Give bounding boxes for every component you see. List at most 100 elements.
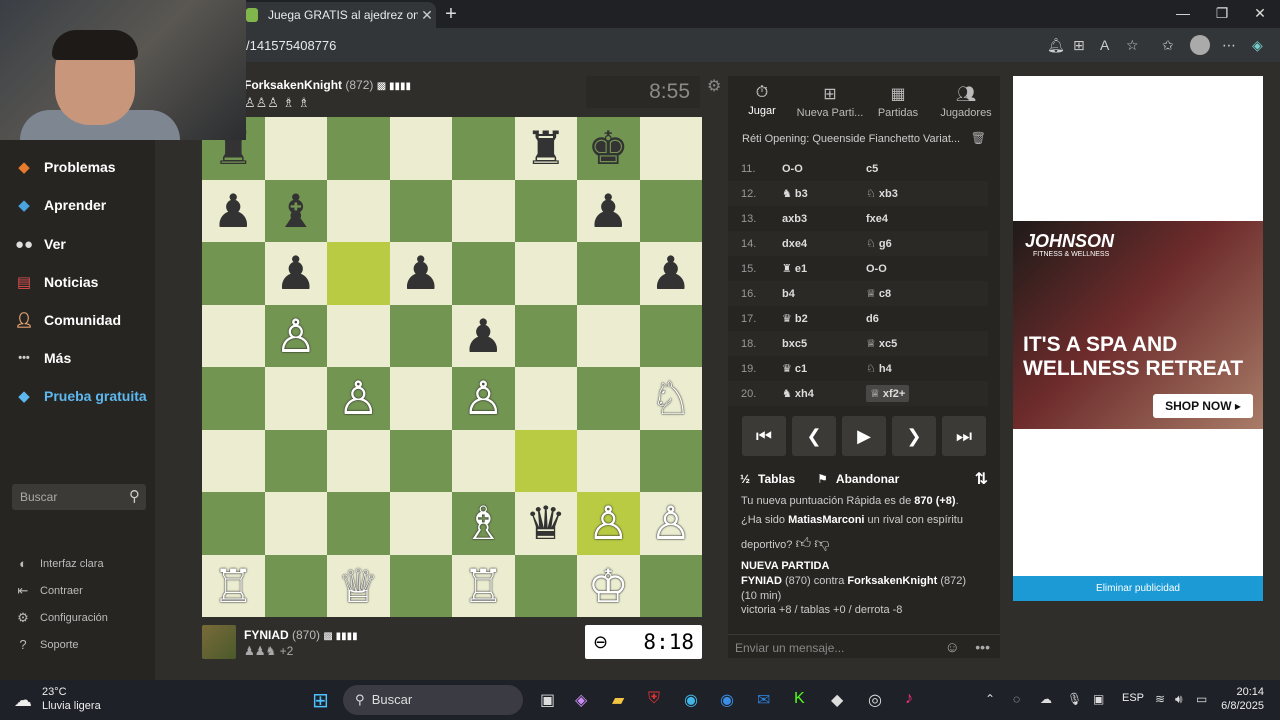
black-move[interactable]: ♕ c8 bbox=[866, 287, 950, 300]
board-square[interactable] bbox=[389, 304, 452, 367]
sidebar-item-problemas[interactable]: ◆ Problemas bbox=[14, 157, 115, 177]
black-king-piece[interactable]: ♚ bbox=[577, 117, 640, 180]
white-move[interactable]: ♛ c1 bbox=[782, 362, 866, 375]
footer-collapse[interactable]: ⇤ Contraer bbox=[14, 583, 83, 599]
black-move[interactable]: ♕ xf2+ bbox=[866, 385, 910, 402]
avatar[interactable] bbox=[202, 625, 236, 659]
white-bishop-piece[interactable]: ♗ bbox=[452, 492, 515, 555]
board-square[interactable] bbox=[639, 179, 702, 242]
black-pawn-piece[interactable]: ♟ bbox=[265, 242, 328, 305]
read-aloud-icon[interactable]: A bbox=[1100, 37, 1109, 53]
maximize-icon[interactable]: ❐ bbox=[1207, 5, 1237, 22]
board-square[interactable] bbox=[452, 179, 515, 242]
board-square[interactable] bbox=[577, 429, 640, 492]
last-move-button[interactable]: ⏭ bbox=[942, 416, 986, 456]
outlook-icon[interactable]: ✉ bbox=[757, 690, 770, 710]
board-settings-icon[interactable]: ⚙ bbox=[707, 76, 721, 96]
board-square[interactable] bbox=[452, 429, 515, 492]
black-bishop-piece[interactable]: ♝ bbox=[265, 180, 328, 243]
board-square[interactable] bbox=[389, 367, 452, 430]
board-square[interactable] bbox=[452, 242, 515, 305]
board-square[interactable] bbox=[202, 429, 265, 492]
board-square[interactable] bbox=[327, 242, 390, 305]
black-move[interactable]: O-O bbox=[866, 263, 950, 275]
board-square[interactable] bbox=[264, 117, 327, 180]
board-square[interactable] bbox=[327, 179, 390, 242]
board-square[interactable] bbox=[577, 304, 640, 367]
white-pawn-piece[interactable]: ♙ bbox=[640, 492, 703, 555]
sidebar-item-comunidad[interactable]: 👤︎ Comunidad bbox=[14, 310, 121, 330]
draw-button[interactable]: Tablas bbox=[758, 472, 795, 486]
board-square[interactable] bbox=[202, 492, 265, 555]
grid-icon[interactable]: ⊞ bbox=[1073, 37, 1085, 54]
white-move[interactable]: ♞ b3 bbox=[782, 187, 866, 200]
battery-icon[interactable]: ▭ bbox=[1196, 692, 1207, 706]
board-square[interactable] bbox=[389, 179, 452, 242]
onedrive-icon[interactable]: ☁ bbox=[1040, 692, 1052, 706]
black-pawn-piece[interactable]: ♟ bbox=[452, 305, 515, 368]
board-square[interactable] bbox=[514, 304, 577, 367]
black-pawn-piece[interactable]: ♟ bbox=[577, 180, 640, 243]
chat-input[interactable]: Enviar un mensaje... ☺ ••• bbox=[728, 634, 1000, 658]
black-rook-piece[interactable]: ♜ bbox=[515, 117, 578, 180]
board-square[interactable] bbox=[202, 242, 265, 305]
board-square[interactable] bbox=[327, 429, 390, 492]
chess-board[interactable]: ♜ ♜ ♚ ♟ ♝ ♟ ♟ ♟ ♟ ♙ ♟ ♙ ♙ ♘ ♗ ♛ ♙ ♙ ♖ ♕ ♖ ♔ 7 6 5 4 3 2 1 a b c d e f g h bbox=[202, 117, 702, 617]
tiktok-icon[interactable]: ♪ bbox=[905, 690, 913, 708]
board-square[interactable] bbox=[264, 367, 327, 430]
board-square[interactable] bbox=[639, 117, 702, 180]
volume-icon[interactable]: 🔊︎ bbox=[1175, 692, 1183, 707]
black-move[interactable]: ♘ h4 bbox=[866, 362, 950, 375]
white-pawn-piece[interactable]: ♙ bbox=[265, 305, 328, 368]
trash-icon[interactable]: 🗑︎ bbox=[971, 131, 986, 145]
clock[interactable]: 20:14 6/8/2025 bbox=[1221, 685, 1264, 714]
browser-tab[interactable]: Juega GRATIS al ajedrez online - ✕ bbox=[240, 2, 436, 28]
minimize-icon[interactable]: — bbox=[1168, 5, 1198, 21]
sidebar-item-prueba-gratuita[interactable]: ◆ Prueba gratuita bbox=[14, 386, 146, 406]
weather-widget[interactable]: ☁ 23°C Lluvia ligera bbox=[14, 685, 101, 714]
thumbs-down-icon[interactable]: 👎︎ bbox=[814, 535, 829, 552]
board-square[interactable] bbox=[514, 367, 577, 430]
edge-beta-icon[interactable]: ◉ bbox=[720, 690, 734, 710]
menu-dots-icon[interactable]: ⋯ bbox=[1222, 37, 1236, 54]
play-button[interactable]: ▶ bbox=[842, 416, 886, 456]
board-square[interactable] bbox=[264, 429, 327, 492]
first-move-button[interactable]: ⏮ bbox=[742, 416, 786, 456]
black-pawn-piece[interactable]: ♟ bbox=[640, 242, 703, 305]
white-move[interactable]: axb3 bbox=[782, 213, 866, 225]
white-pawn-piece[interactable]: ♙ bbox=[452, 367, 515, 430]
thumbs-up-icon[interactable]: 👍︎ bbox=[795, 535, 811, 552]
emoji-icon[interactable]: ☺ bbox=[945, 639, 960, 656]
file-explorer-icon[interactable]: ▰ bbox=[612, 690, 624, 710]
mcafee-icon[interactable]: ⛨ bbox=[648, 690, 660, 708]
white-move[interactable]: ♛ b2 bbox=[782, 312, 866, 325]
board-square[interactable] bbox=[327, 117, 390, 180]
start-windows-icon[interactable]: ⊞ bbox=[312, 688, 329, 713]
footer-light-mode[interactable]: ◐ Interfaz clara bbox=[14, 556, 104, 571]
tab-jugadores[interactable]: 👥︎ Jugadores bbox=[932, 76, 1000, 126]
white-move[interactable]: b4 bbox=[782, 288, 866, 300]
white-move[interactable]: dxe4 bbox=[782, 238, 866, 250]
board-square[interactable] bbox=[389, 492, 452, 555]
board-square[interactable] bbox=[327, 304, 390, 367]
flip-board-icon[interactable]: ⇅ bbox=[975, 469, 988, 489]
sidebar-item-noticias[interactable]: ▤ Noticias bbox=[14, 272, 99, 292]
footer-settings[interactable]: ⚙ Configuración bbox=[14, 610, 108, 626]
board-square[interactable] bbox=[577, 242, 640, 305]
footer-support[interactable]: ? Soporte bbox=[14, 637, 78, 652]
tab-partidas[interactable]: ▦ Partidas bbox=[864, 76, 932, 126]
black-queen-piece[interactable]: ♛ bbox=[515, 492, 578, 555]
white-move[interactable]: bxc5 bbox=[782, 338, 866, 350]
board-square[interactable] bbox=[514, 429, 577, 492]
shop-now-button[interactable]: SHOP NOW ▸ bbox=[1153, 394, 1253, 418]
url-field[interactable]: /141575408776 bbox=[246, 38, 336, 53]
black-move[interactable]: ♘ xb3 bbox=[866, 187, 950, 200]
copilot-icon[interactable]: ◈ bbox=[1252, 37, 1263, 54]
board-square[interactable] bbox=[264, 492, 327, 555]
black-move[interactable]: c5 bbox=[866, 163, 950, 175]
sidebar-item-aprender[interactable]: ◆ Aprender bbox=[14, 195, 106, 215]
white-pawn-piece[interactable]: ♙ bbox=[327, 367, 390, 430]
tab-jugar[interactable]: ⏱ Jugar bbox=[728, 76, 796, 126]
white-move[interactable]: ♜ e1 bbox=[782, 262, 866, 275]
black-move[interactable]: fxe4 bbox=[866, 213, 950, 225]
